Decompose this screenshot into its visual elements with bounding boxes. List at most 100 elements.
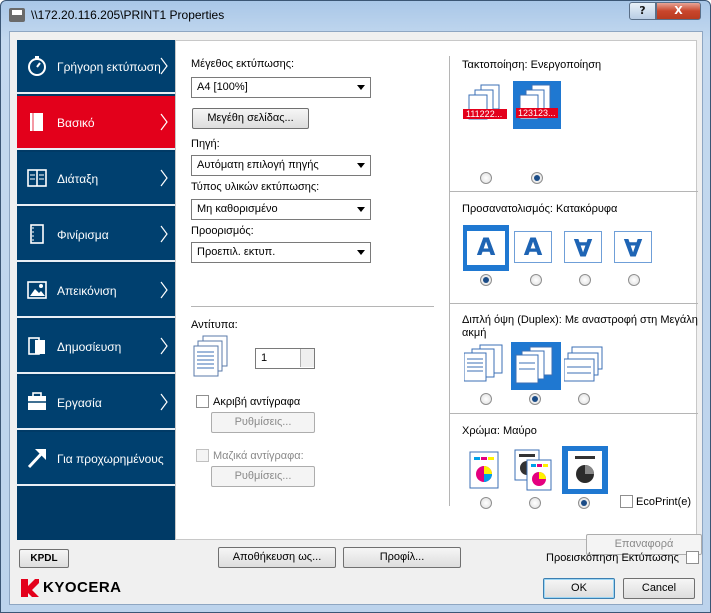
kyocera-logo: KYOCERA: [21, 578, 131, 598]
orientation-portrait-rotated-radio[interactable]: [579, 274, 591, 286]
properties-window: \\172.20.116.205\PRINT1 Properties ? X Γ…: [0, 0, 711, 613]
orientation-label-text: Προσανατολισμός:: [462, 203, 553, 215]
collate-label: Τακτοποίηση: Ενεργοποίηση: [462, 59, 601, 71]
color-auto-radio[interactable]: [529, 497, 541, 509]
job-icon: [28, 392, 46, 410]
proof-copy-label: Ακριβή αντίγραφα: [213, 396, 301, 408]
print-size-select[interactable]: A4 [100%]: [191, 77, 371, 98]
color-label: Χρώμα: Μαύρο: [462, 425, 537, 437]
color-auto-icon: [514, 449, 552, 491]
divider: [449, 303, 698, 304]
chevron-right-icon: [160, 281, 168, 299]
sidebar-item-quick-print[interactable]: Γρήγορη εκτύπωση: [17, 40, 175, 94]
collate-off-image[interactable]: 111222...: [463, 83, 509, 127]
ok-button[interactable]: OK: [543, 578, 615, 599]
sidebar-item-label: Γρήγορη εκτύπωση: [57, 60, 161, 74]
print-preview-checkbox[interactable]: [686, 551, 699, 564]
basic-settings-panel: Μέγεθος εκτύπωσης: A4 [100%] Μεγέθη σελί…: [175, 40, 702, 555]
stepper-down-button[interactable]: [300, 358, 314, 367]
duplex-off-radio[interactable]: [480, 393, 492, 405]
chevron-down-icon: [357, 163, 365, 168]
sidebar-item-label: Εργασία: [57, 396, 102, 410]
orientation-portrait-radio[interactable]: [480, 274, 492, 286]
stopwatch-icon: [28, 56, 46, 76]
duplex-short-edge-option[interactable]: [563, 345, 608, 385]
color-full-radio[interactable]: [480, 497, 492, 509]
sidebar-item-imaging[interactable]: Απεικόνιση: [17, 264, 175, 318]
media-type-select[interactable]: Μη καθορισμένο: [191, 199, 371, 220]
color-full-option[interactable]: [468, 450, 502, 490]
color-black-option[interactable]: [562, 446, 608, 494]
source-label: Πηγή:: [191, 138, 220, 150]
collate-on-radio[interactable]: [531, 172, 543, 184]
page-icon: [30, 113, 43, 131]
collate-on-icon: [516, 84, 558, 120]
chevron-right-icon: [160, 337, 168, 355]
duplex-long-edge-radio[interactable]: [529, 393, 541, 405]
orientation-landscape-rotated-radio[interactable]: [628, 274, 640, 286]
orientation-landscape-radio[interactable]: [530, 274, 542, 286]
chevron-right-icon: [160, 225, 168, 243]
divider: [449, 413, 698, 414]
collate-value: Ενεργοποίηση: [530, 59, 602, 71]
print-size-label: Μέγεθος εκτύπωσης:: [191, 58, 295, 70]
duplex-off-option[interactable]: [463, 343, 508, 383]
page-sizes-button[interactable]: Μεγέθη σελίδας...: [192, 108, 309, 129]
orientation-portrait-option[interactable]: A: [463, 225, 509, 271]
orientation-portrait-rotated-option[interactable]: A: [564, 231, 602, 263]
profile-button[interactable]: Προφίλ...: [343, 547, 461, 568]
sidebar-item-job[interactable]: Εργασία: [17, 376, 175, 430]
chevron-right-icon: [160, 393, 168, 411]
collate-label-text: Τακτοποίηση:: [462, 59, 528, 71]
media-type-label: Τύπος υλικών εκτύπωσης:: [191, 181, 320, 193]
sidebar-item-advanced[interactable]: Για προχωρημένους: [17, 432, 175, 486]
proof-copy-checkbox[interactable]: [196, 395, 209, 408]
color-label-text: Χρώμα:: [462, 425, 500, 437]
print-preview-label: Προεισκόπηση Εκτύπωσης: [546, 552, 679, 564]
window-title: \\172.20.116.205\PRINT1 Properties: [31, 8, 225, 22]
divider: [449, 191, 698, 192]
dialog-client: Γρήγορη εκτύπωση Βασικό Διάταξη Φινίρισμ…: [9, 31, 703, 605]
color-black-icon: [568, 451, 602, 489]
sidebar-item-basic[interactable]: Βασικό: [17, 96, 175, 150]
printer-icon: [9, 8, 25, 22]
publishing-icon: [28, 337, 45, 355]
duplex-short-edge-radio[interactable]: [578, 393, 590, 405]
copies-value: 1: [261, 352, 268, 364]
color-full-icon: [469, 451, 499, 489]
chevron-down-icon: [357, 85, 365, 90]
kpdl-button[interactable]: KPDL: [19, 549, 69, 568]
orientation-landscape-option[interactable]: A: [514, 231, 552, 263]
save-as-button[interactable]: Αποθήκευση ως...: [218, 547, 336, 568]
sidebar-item-layout[interactable]: Διάταξη: [17, 152, 175, 206]
color-auto-option[interactable]: [513, 448, 555, 492]
portrait-glyph: A: [467, 231, 505, 265]
source-select[interactable]: Αυτόματη επιλογή πηγής: [191, 155, 371, 176]
copies-stepper[interactable]: 1: [255, 348, 315, 369]
destination-label: Προορισμός:: [191, 225, 254, 237]
mass-settings-button[interactable]: Ρυθμίσεις...: [211, 466, 315, 487]
stepper-up-button[interactable]: [300, 349, 314, 358]
mass-copies-checkbox[interactable]: [196, 449, 209, 462]
collate-off-radio[interactable]: [480, 172, 492, 184]
title-bar[interactable]: \\172.20.116.205\PRINT1 Properties ? X: [1, 1, 710, 31]
color-black-radio[interactable]: [578, 497, 590, 509]
sidebar-item-publishing[interactable]: Δημοσίευση: [17, 320, 175, 374]
sidebar-item-finishing[interactable]: Φινίρισμα: [17, 208, 175, 262]
proof-settings-button[interactable]: Ρυθμίσεις...: [211, 412, 315, 433]
close-button[interactable]: X: [656, 2, 701, 20]
color-value: Μαύρο: [503, 425, 537, 437]
ecoprint-label: EcoPrint(e): [636, 496, 692, 508]
collate-on-image[interactable]: 123123...: [513, 81, 561, 129]
collate-off-icon: [463, 84, 507, 120]
help-button[interactable]: ?: [629, 2, 656, 20]
cancel-button[interactable]: Cancel: [623, 578, 695, 599]
source-value: Αυτόματη επιλογή πηγής: [197, 159, 319, 171]
sidebar-item-label: Βασικό: [57, 116, 95, 130]
ecoprint-checkbox[interactable]: [620, 495, 633, 508]
copies-icon: [193, 335, 228, 377]
duplex-long-edge-option[interactable]: [511, 342, 561, 390]
destination-select[interactable]: Προεπιλ. εκτυπ.: [191, 242, 371, 263]
orientation-landscape-rotated-option[interactable]: A: [614, 231, 652, 263]
sidebar-item-label: Φινίρισμα: [57, 228, 109, 242]
